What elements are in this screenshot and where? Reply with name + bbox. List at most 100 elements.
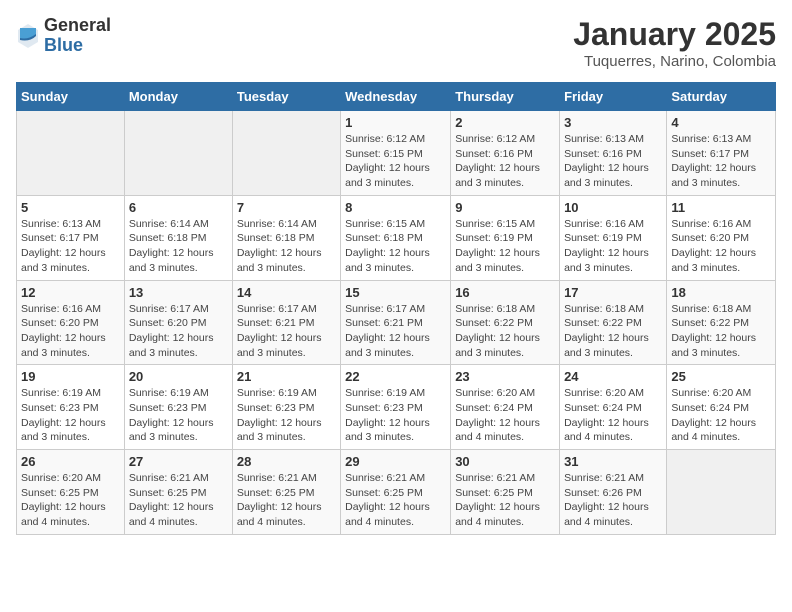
calendar-cell: 6 Sunrise: 6:14 AMSunset: 6:18 PMDaylight… <box>124 195 232 280</box>
calendar-cell <box>232 111 340 196</box>
day-number: 19 <box>21 369 120 384</box>
day-number: 26 <box>21 454 120 469</box>
weekday-header-saturday: Saturday <box>667 83 776 111</box>
day-number: 29 <box>345 454 446 469</box>
day-detail: Sunrise: 6:20 AMSunset: 6:25 PMDaylight:… <box>21 471 120 530</box>
day-detail: Sunrise: 6:20 AMSunset: 6:24 PMDaylight:… <box>564 386 662 445</box>
logo: General Blue <box>16 16 111 56</box>
day-number: 22 <box>345 369 446 384</box>
calendar-cell: 20 Sunrise: 6:19 AMSunset: 6:23 PMDayligh… <box>124 365 232 450</box>
day-detail: Sunrise: 6:21 AMSunset: 6:25 PMDaylight:… <box>455 471 555 530</box>
day-number: 23 <box>455 369 555 384</box>
weekday-header-sunday: Sunday <box>17 83 125 111</box>
day-number: 1 <box>345 115 446 130</box>
day-detail: Sunrise: 6:17 AMSunset: 6:21 PMDaylight:… <box>237 302 336 361</box>
day-number: 21 <box>237 369 336 384</box>
day-number: 18 <box>671 285 771 300</box>
calendar-cell: 31Sunrise: 6:21 AMSunset: 6:26 PMDayligh… <box>560 450 667 535</box>
day-number: 25 <box>671 369 771 384</box>
day-number: 10 <box>564 200 662 215</box>
calendar-cell: 26 Sunrise: 6:20 AMSunset: 6:25 PMDayligh… <box>17 450 125 535</box>
day-number: 28 <box>237 454 336 469</box>
day-detail: Sunrise: 6:20 AMSunset: 6:24 PMDaylight:… <box>671 386 771 445</box>
day-number: 5 <box>21 200 120 215</box>
day-number: 6 <box>129 200 228 215</box>
calendar-cell: 30 Sunrise: 6:21 AMSunset: 6:25 PMDayligh… <box>451 450 560 535</box>
calendar-title: January 2025 <box>573 16 776 53</box>
day-detail: Sunrise: 6:19 AMSunset: 6:23 PMDaylight:… <box>129 386 228 445</box>
day-detail: Sunrise: 6:18 AMSunset: 6:22 PMDaylight:… <box>564 302 662 361</box>
day-number: 30 <box>455 454 555 469</box>
day-number: 13 <box>129 285 228 300</box>
calendar-cell: 16Sunrise: 6:18 AMSunset: 6:22 PMDayligh… <box>451 280 560 365</box>
calendar-cell: 11 Sunrise: 6:16 AMSunset: 6:20 PMDayligh… <box>667 195 776 280</box>
calendar-cell: 27Sunrise: 6:21 AMSunset: 6:25 PMDayligh… <box>124 450 232 535</box>
calendar-cell: 25 Sunrise: 6:20 AMSunset: 6:24 PMDayligh… <box>667 365 776 450</box>
calendar-cell: 15Sunrise: 6:17 AMSunset: 6:21 PMDayligh… <box>341 280 451 365</box>
day-number: 17 <box>564 285 662 300</box>
calendar-cell: 9 Sunrise: 6:15 AMSunset: 6:19 PMDaylight… <box>451 195 560 280</box>
day-detail: Sunrise: 6:12 AMSunset: 6:16 PMDaylight:… <box>455 132 555 191</box>
calendar-cell: 17 Sunrise: 6:18 AMSunset: 6:22 PMDayligh… <box>560 280 667 365</box>
day-detail: Sunrise: 6:14 AMSunset: 6:18 PMDaylight:… <box>237 217 336 276</box>
day-detail: Sunrise: 6:16 AMSunset: 6:20 PMDaylight:… <box>671 217 771 276</box>
day-detail: Sunrise: 6:15 AMSunset: 6:19 PMDaylight:… <box>455 217 555 276</box>
calendar-cell: 1 Sunrise: 6:12 AMSunset: 6:15 PMDaylight… <box>341 111 451 196</box>
calendar-cell: 28Sunrise: 6:21 AMSunset: 6:25 PMDayligh… <box>232 450 340 535</box>
day-number: 12 <box>21 285 120 300</box>
calendar-cell <box>124 111 232 196</box>
day-number: 15 <box>345 285 446 300</box>
day-number: 4 <box>671 115 771 130</box>
weekday-header-wednesday: Wednesday <box>341 83 451 111</box>
day-detail: Sunrise: 6:19 AMSunset: 6:23 PMDaylight:… <box>21 386 120 445</box>
calendar-cell: 22 Sunrise: 6:19 AMSunset: 6:23 PMDayligh… <box>341 365 451 450</box>
calendar-week-0: 1 Sunrise: 6:12 AMSunset: 6:15 PMDaylight… <box>17 111 776 196</box>
calendar-cell <box>667 450 776 535</box>
day-detail: Sunrise: 6:18 AMSunset: 6:22 PMDaylight:… <box>455 302 555 361</box>
calendar-cell: 24 Sunrise: 6:20 AMSunset: 6:24 PMDayligh… <box>560 365 667 450</box>
calendar-cell: 12 Sunrise: 6:16 AMSunset: 6:20 PMDayligh… <box>17 280 125 365</box>
day-number: 24 <box>564 369 662 384</box>
calendar-cell: 18 Sunrise: 6:18 AMSunset: 6:22 PMDayligh… <box>667 280 776 365</box>
calendar-cell: 8 Sunrise: 6:15 AMSunset: 6:18 PMDaylight… <box>341 195 451 280</box>
day-number: 14 <box>237 285 336 300</box>
calendar-cell: 7Sunrise: 6:14 AMSunset: 6:18 PMDaylight… <box>232 195 340 280</box>
page-header: General Blue January 2025 Tuquerres, Nar… <box>16 16 776 70</box>
calendar-cell: 14 Sunrise: 6:17 AMSunset: 6:21 PMDayligh… <box>232 280 340 365</box>
weekday-header-friday: Friday <box>560 83 667 111</box>
day-detail: Sunrise: 6:19 AMSunset: 6:23 PMDaylight:… <box>345 386 446 445</box>
calendar-cell: 13Sunrise: 6:17 AMSunset: 6:20 PMDayligh… <box>124 280 232 365</box>
calendar-cell: 29 Sunrise: 6:21 AMSunset: 6:25 PMDayligh… <box>341 450 451 535</box>
day-detail: Sunrise: 6:13 AMSunset: 6:17 PMDaylight:… <box>21 217 120 276</box>
weekday-header-monday: Monday <box>124 83 232 111</box>
day-detail: Sunrise: 6:16 AMSunset: 6:19 PMDaylight:… <box>564 217 662 276</box>
day-detail: Sunrise: 6:14 AMSunset: 6:18 PMDaylight:… <box>129 217 228 276</box>
day-number: 2 <box>455 115 555 130</box>
day-detail: Sunrise: 6:21 AMSunset: 6:25 PMDaylight:… <box>345 471 446 530</box>
day-detail: Sunrise: 6:15 AMSunset: 6:18 PMDaylight:… <box>345 217 446 276</box>
day-detail: Sunrise: 6:21 AMSunset: 6:25 PMDaylight:… <box>129 471 228 530</box>
calendar-week-3: 19 Sunrise: 6:19 AMSunset: 6:23 PMDayligh… <box>17 365 776 450</box>
weekday-row: SundayMondayTuesdayWednesdayThursdayFrid… <box>17 83 776 111</box>
logo-blue: Blue <box>44 36 111 56</box>
day-detail: Sunrise: 6:12 AMSunset: 6:15 PMDaylight:… <box>345 132 446 191</box>
calendar-cell: 23Sunrise: 6:20 AMSunset: 6:24 PMDayligh… <box>451 365 560 450</box>
day-number: 8 <box>345 200 446 215</box>
day-number: 20 <box>129 369 228 384</box>
day-detail: Sunrise: 6:18 AMSunset: 6:22 PMDaylight:… <box>671 302 771 361</box>
day-number: 9 <box>455 200 555 215</box>
day-number: 3 <box>564 115 662 130</box>
logo-text: General Blue <box>44 16 111 56</box>
weekday-header-tuesday: Tuesday <box>232 83 340 111</box>
calendar-cell: 4Sunrise: 6:13 AMSunset: 6:17 PMDaylight… <box>667 111 776 196</box>
calendar-week-4: 26 Sunrise: 6:20 AMSunset: 6:25 PMDayligh… <box>17 450 776 535</box>
day-number: 11 <box>671 200 771 215</box>
calendar-cell: 3 Sunrise: 6:13 AMSunset: 6:16 PMDaylight… <box>560 111 667 196</box>
calendar-subtitle: Tuquerres, Narino, Colombia <box>573 53 776 70</box>
day-detail: Sunrise: 6:19 AMSunset: 6:23 PMDaylight:… <box>237 386 336 445</box>
logo-icon <box>16 22 40 50</box>
calendar-cell: 19 Sunrise: 6:19 AMSunset: 6:23 PMDayligh… <box>17 365 125 450</box>
calendar-cell <box>17 111 125 196</box>
day-detail: Sunrise: 6:13 AMSunset: 6:16 PMDaylight:… <box>564 132 662 191</box>
day-detail: Sunrise: 6:16 AMSunset: 6:20 PMDaylight:… <box>21 302 120 361</box>
